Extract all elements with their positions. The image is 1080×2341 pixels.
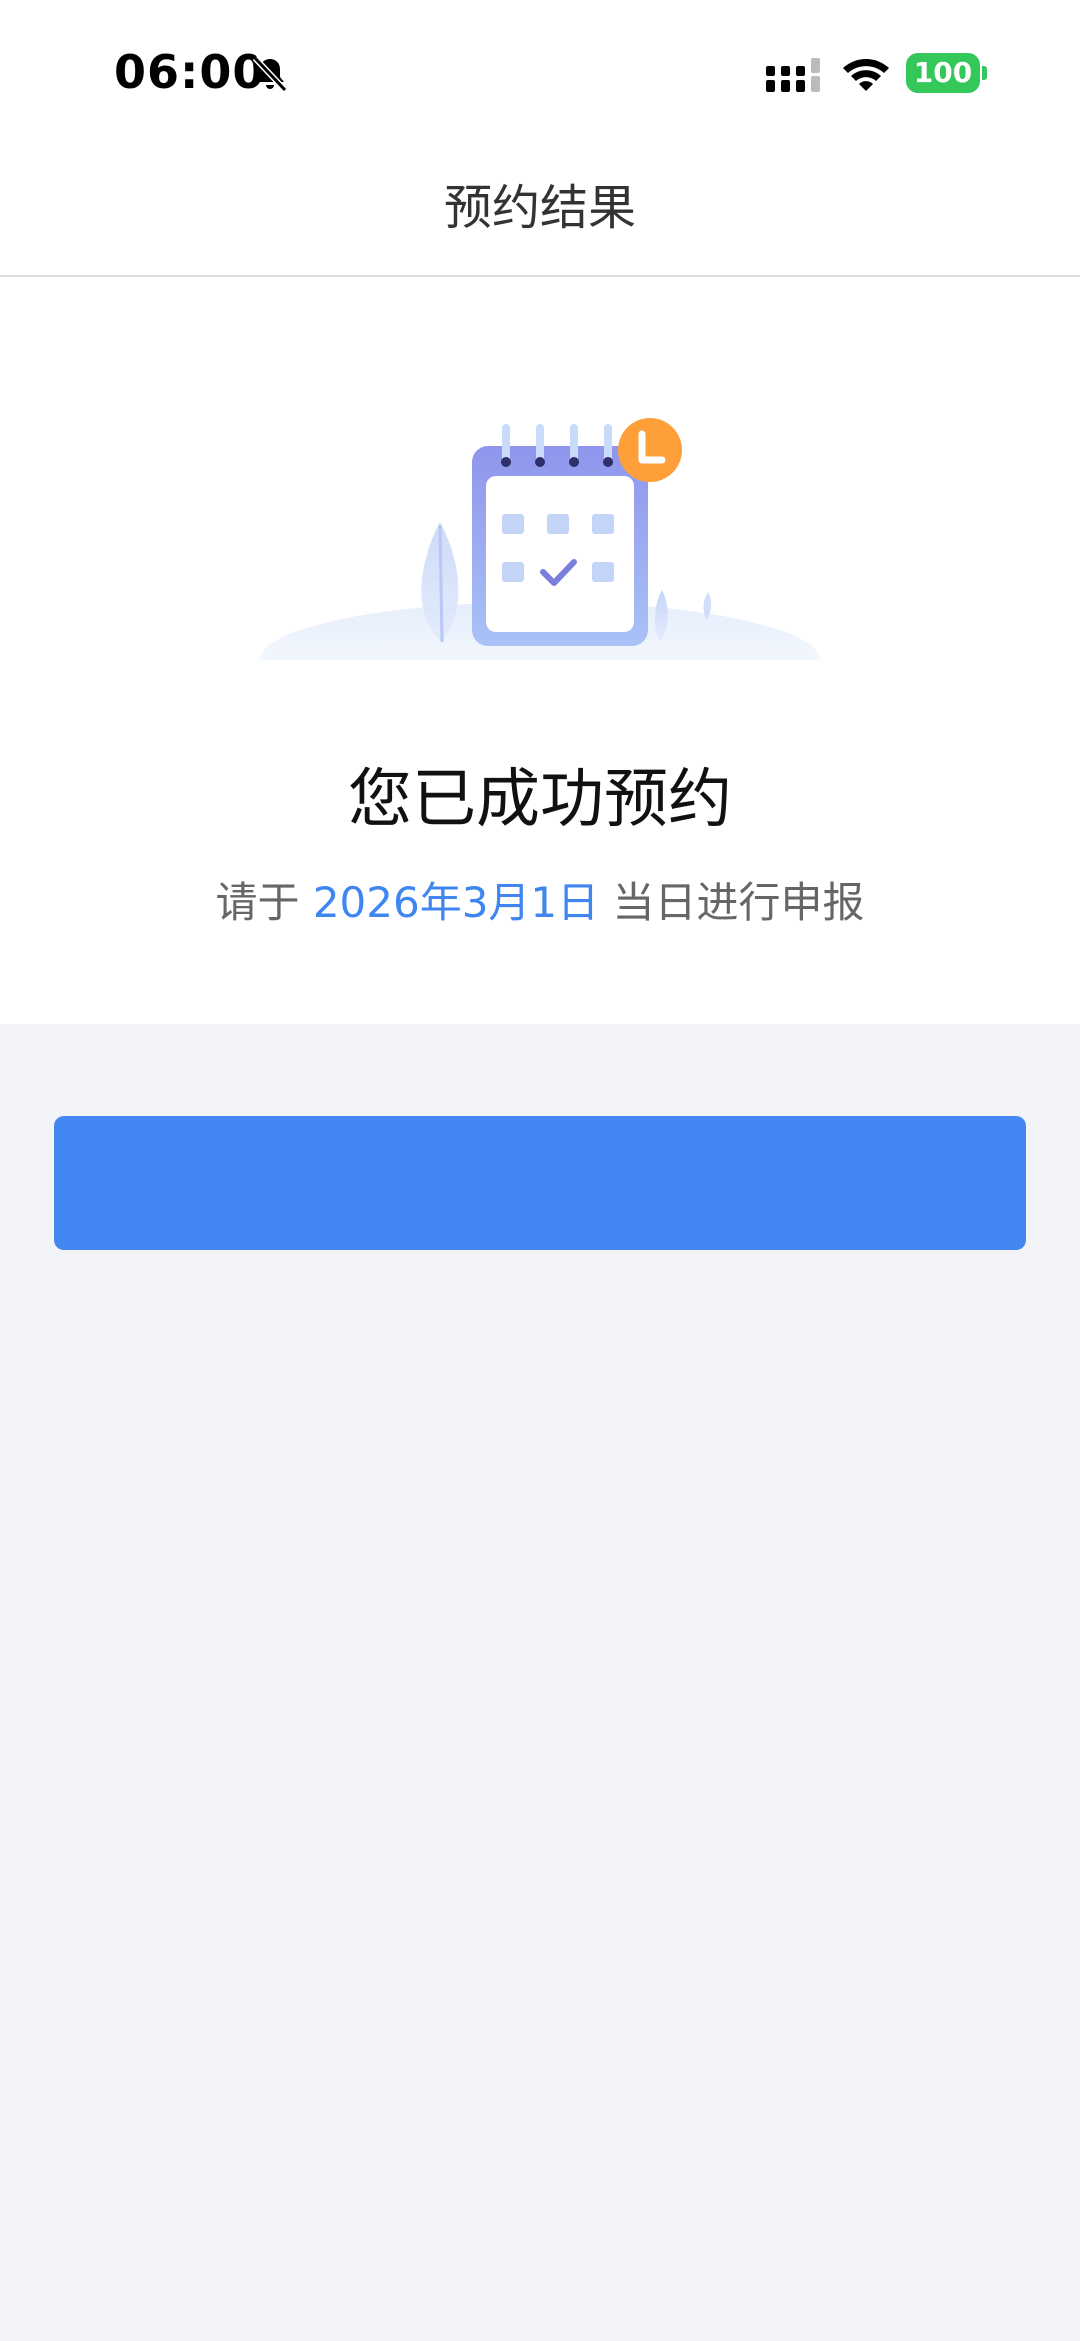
calendar-check-icon — [250, 418, 830, 680]
nav-bar: 预约结果 — [0, 140, 1080, 277]
subtitle-suffix: 当日进行申报 — [599, 878, 865, 927]
battery-icon: 100 — [906, 53, 987, 93]
wifi-icon — [843, 59, 889, 91]
screen: 06:00 100 预约结果 您已成功预约 请于 2026年3月1日 当日进行申… — [0, 0, 1080, 2341]
subtitle-prefix: 请于 — [215, 878, 313, 927]
bell-muted-icon — [252, 55, 288, 93]
success-title: 您已成功预约 — [348, 763, 732, 837]
battery-level: 100 — [906, 53, 980, 93]
status-bar: 06:00 100 — [0, 0, 1080, 140]
appointment-date: 2026年3月1日 — [312, 878, 600, 927]
battery-cap — [982, 66, 987, 80]
status-time: 06:00 — [114, 45, 266, 99]
page-title: 预约结果 — [443, 180, 636, 236]
result-panel: 06:00 100 预约结果 您已成功预约 请于 2026年3月1日 当日进行申… — [0, 0, 1080, 1024]
signal-icon — [766, 58, 820, 92]
success-subtitle: 请于 2026年3月1日 当日进行申报 — [0, 873, 1080, 933]
primary-action-button[interactable] — [54, 1116, 1026, 1250]
